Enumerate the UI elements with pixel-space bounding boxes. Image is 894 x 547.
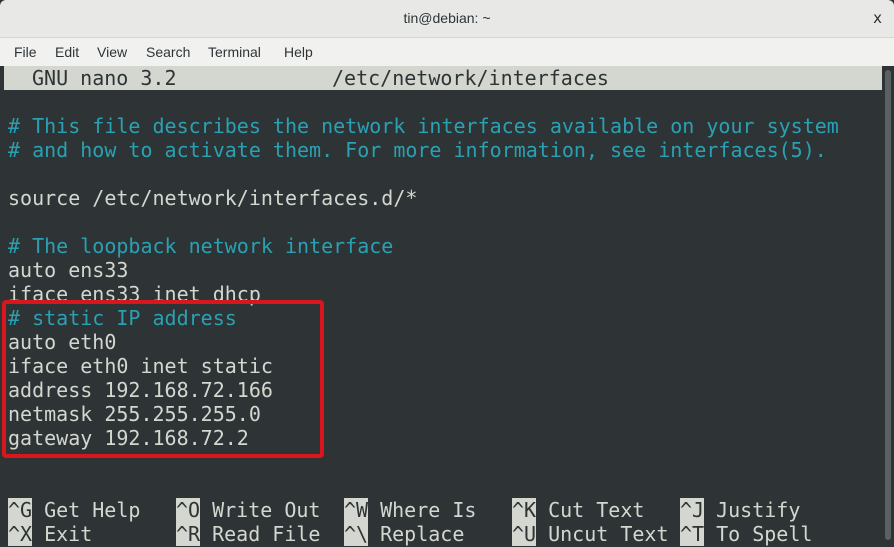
shortcut-key: ^K xyxy=(512,498,537,522)
close-icon[interactable]: x xyxy=(873,9,882,27)
window-titlebar: tin@debian: ~ x xyxy=(0,0,894,38)
shortcut-uncut-text[interactable]: ^U Uncut Text xyxy=(512,522,669,546)
shortcut-key: ^\ xyxy=(344,522,369,546)
shortcut-write-out[interactable]: ^O Write Out xyxy=(176,498,320,522)
shortcut-key: ^G xyxy=(8,498,33,522)
highlight-box xyxy=(2,300,324,458)
shortcut-label: Replace xyxy=(380,522,465,546)
shortcut-key: ^T xyxy=(680,522,705,546)
shortcut-key: ^U xyxy=(512,522,537,546)
code-line: auto ens33 xyxy=(8,258,129,282)
shortcut-to-spell[interactable]: ^T To Spell xyxy=(680,522,812,546)
scrollbar[interactable] xyxy=(882,66,894,547)
shortcut-read-file[interactable]: ^R Read File xyxy=(176,522,320,546)
shortcut-label: Read File xyxy=(212,522,321,546)
comment-line: # and how to activate them. For more inf… xyxy=(8,138,827,162)
menubar: File Edit View Search Terminal Help xyxy=(0,38,894,66)
shortcut-label: To Spell xyxy=(716,522,813,546)
shortcut-label: Get Help xyxy=(44,498,141,522)
menu-view[interactable]: View xyxy=(97,44,127,60)
shortcut-key: ^R xyxy=(176,522,201,546)
shortcut-label: Exit xyxy=(44,522,93,546)
shortcut-exit[interactable]: ^X Exit xyxy=(8,522,92,546)
shortcut-where-is[interactable]: ^W Where Is xyxy=(344,498,476,522)
shortcut-justify[interactable]: ^J Justify xyxy=(680,498,800,522)
shortcut-key: ^O xyxy=(176,498,201,522)
shortcut-key: ^W xyxy=(344,498,369,522)
window-title: tin@debian: ~ xyxy=(403,10,491,26)
menu-file[interactable]: File xyxy=(14,44,37,60)
nano-header: GNU nano 3.2/etc/network/interfaces xyxy=(4,66,882,90)
shortcut-key: ^J xyxy=(680,498,705,522)
shortcut-label: Where Is xyxy=(380,498,477,522)
comment-line: # This file describes the network interf… xyxy=(8,114,839,138)
menu-help[interactable]: Help xyxy=(284,44,313,60)
shortcut-get-help[interactable]: ^G Get Help xyxy=(8,498,140,522)
menu-search[interactable]: Search xyxy=(146,44,190,60)
shortcut-key: ^X xyxy=(8,522,33,546)
shortcut-label: Write Out xyxy=(212,498,321,522)
nano-filename: /etc/network/interfaces xyxy=(332,66,609,90)
comment-line: # The loopback network interface xyxy=(8,234,394,258)
nano-version: GNU nano 3.2 xyxy=(32,66,177,90)
menu-terminal[interactable]: Terminal xyxy=(208,44,261,60)
shortcut-replace[interactable]: ^\ Replace xyxy=(344,522,464,546)
code-line: source /etc/network/interfaces.d/* xyxy=(8,186,418,210)
shortcut-label: Uncut Text xyxy=(548,522,669,546)
shortcut-cut-text[interactable]: ^K Cut Text xyxy=(512,498,644,522)
menu-edit[interactable]: Edit xyxy=(55,44,79,60)
shortcut-label: Cut Text xyxy=(548,498,645,522)
scrollbar-thumb[interactable] xyxy=(885,70,891,540)
shortcut-label: Justify xyxy=(716,498,801,522)
